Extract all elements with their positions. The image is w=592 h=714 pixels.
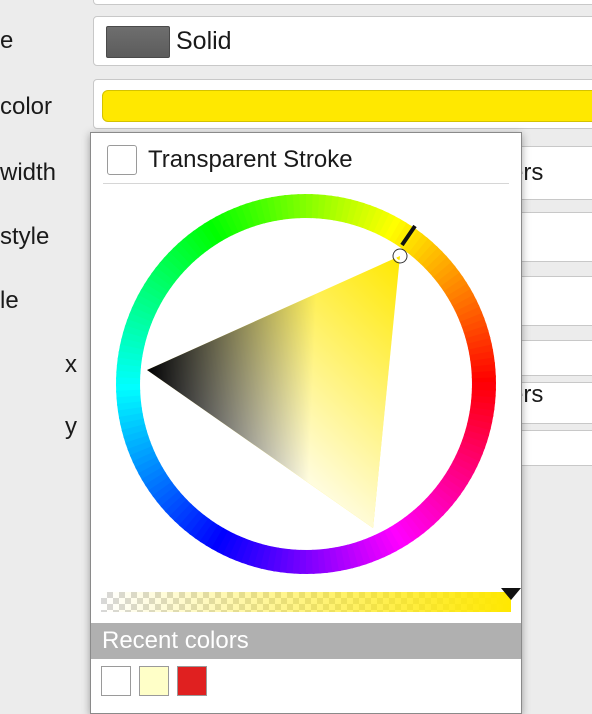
label-offset-y: y — [65, 413, 77, 440]
stroke-style-combo[interactable]: Solid — [93, 16, 592, 66]
transparent-stroke-label: Transparent Stroke — [148, 146, 353, 173]
saturation-value-triangle[interactable] — [147, 256, 400, 528]
stroke-color-preview — [102, 90, 592, 122]
solid-line-swatch — [106, 26, 170, 58]
recent-color-swatch[interactable] — [101, 666, 131, 696]
opacity-gradient — [101, 592, 511, 612]
color-picker-popup: Transparent Stroke Recent colors — [90, 132, 522, 714]
recent-colors-header: Recent colors — [91, 623, 521, 659]
opacity-slider[interactable] — [101, 592, 511, 612]
transparent-stroke-checkbox[interactable] — [107, 145, 137, 175]
stroke-color-button[interactable] — [93, 79, 592, 129]
transparent-stroke-row[interactable]: Transparent Stroke — [103, 143, 509, 184]
color-wheel[interactable] — [116, 194, 496, 574]
recent-colors-label: Recent colors — [102, 627, 249, 654]
hue-segment — [471, 382, 496, 391]
previous-combo-edge[interactable] — [93, 0, 592, 5]
label-color: color — [0, 93, 53, 120]
label-style: e — [0, 27, 14, 54]
label-join-style: style — [0, 223, 50, 250]
triangle-down-icon[interactable] — [501, 588, 521, 600]
label-cap-style: le — [0, 287, 19, 314]
stroke-style-value: Solid — [176, 27, 232, 55]
recent-color-swatch[interactable] — [177, 666, 207, 696]
label-offset-x: x — [65, 351, 77, 378]
label-width: width — [0, 159, 57, 186]
recent-color-swatch[interactable] — [139, 666, 169, 696]
